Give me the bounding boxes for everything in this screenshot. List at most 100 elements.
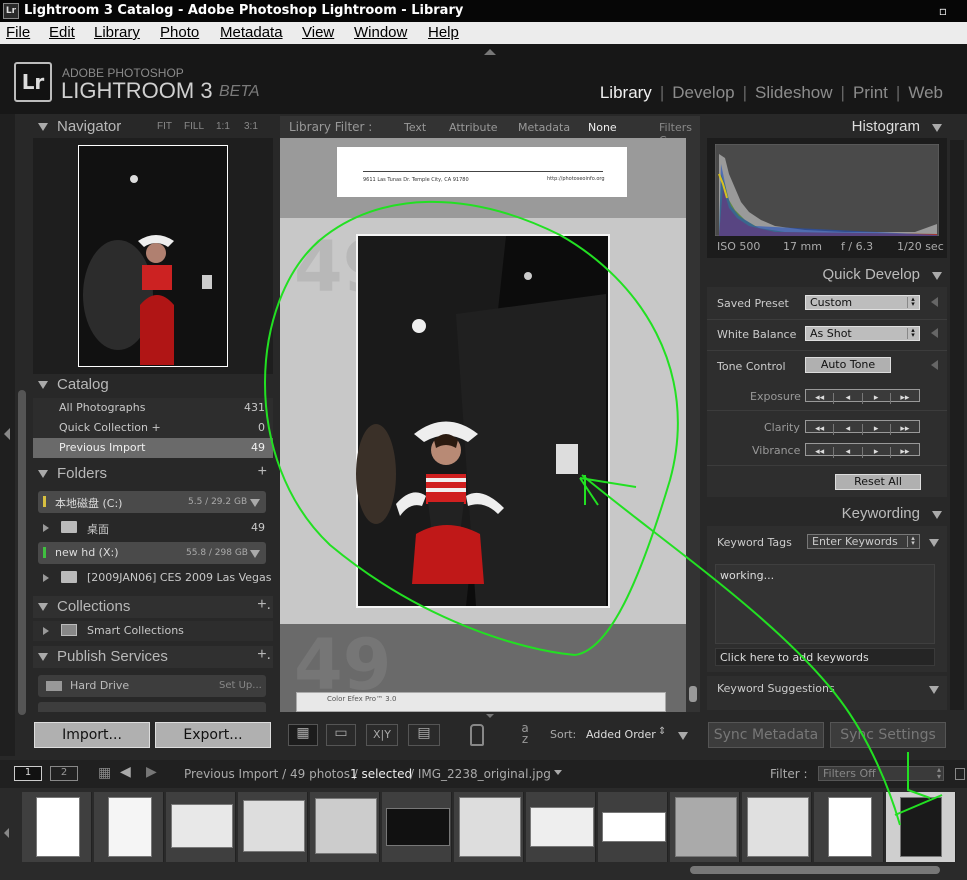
grid-scroll-thumb[interactable]: [689, 686, 697, 702]
exposure-buttons[interactable]: ◂◂ ◂ ▸ ▸▸: [805, 389, 920, 404]
collapse-navigator-icon[interactable]: [38, 123, 48, 131]
disclosure-icon[interactable]: [931, 360, 938, 370]
catalog-item-all[interactable]: All Photographs 431: [33, 398, 273, 418]
toolbar-menu-icon[interactable]: [678, 732, 688, 740]
disclosure-icon[interactable]: [931, 297, 938, 307]
module-slideshow[interactable]: Slideshow: [755, 83, 833, 102]
quick-develop-header[interactable]: Quick Develop: [706, 264, 950, 286]
zoom-3-1[interactable]: 3:1: [244, 121, 258, 132]
collapse-publish-icon[interactable]: [38, 653, 48, 661]
sort-stepper-icon[interactable]: ⇕: [658, 726, 666, 737]
add-keywords-field[interactable]: Click here to add keywords: [715, 648, 935, 666]
sync-settings-button[interactable]: Sync Settings: [830, 722, 946, 748]
left-panel-toggle-icon[interactable]: [4, 428, 10, 440]
menu-file[interactable]: File: [6, 24, 30, 41]
vibrance-buttons[interactable]: ◂◂ ◂ ▸ ▸▸: [805, 443, 920, 458]
filter-text[interactable]: Text: [404, 121, 426, 134]
collapse-catalog-icon[interactable]: [38, 381, 48, 389]
auto-tone-button[interactable]: Auto Tone: [805, 357, 891, 373]
sync-metadata-button[interactable]: Sync Metadata: [708, 722, 824, 748]
publish-next-item[interactable]: [38, 702, 266, 712]
keyword-suggestions[interactable]: Keyword Suggestions: [707, 676, 947, 710]
loupe-view-icon[interactable]: ▭: [326, 724, 356, 746]
module-web[interactable]: Web: [908, 83, 943, 102]
back-arrow-icon[interactable]: ◀: [120, 764, 131, 780]
filmstrip-thumb[interactable]: [166, 792, 236, 862]
collapse-keywording-icon[interactable]: [932, 511, 942, 519]
folders-header[interactable]: Folders +: [33, 463, 273, 485]
import-button[interactable]: Import...: [34, 722, 150, 748]
filmstrip-lock-icon[interactable]: [955, 768, 965, 780]
navigator-header[interactable]: Navigator FIT FILL 1:1 3:1: [33, 116, 273, 138]
collapse-suggestions-icon[interactable]: [929, 686, 939, 694]
volume-c[interactable]: 本地磁盘 (C:) 5.5 / 29.2 GB: [38, 491, 266, 513]
publish-hard-drive[interactable]: Hard Drive Set Up...: [38, 675, 266, 697]
sort-dropdown[interactable]: Added Order: [586, 728, 656, 741]
menu-library[interactable]: Library: [94, 24, 140, 41]
smart-collections[interactable]: Smart Collections: [33, 621, 273, 641]
histogram-header[interactable]: Histogram: [706, 116, 950, 138]
filmstrip-filter-dropdown[interactable]: Filters Off ▴ ▾: [818, 766, 944, 781]
main-window-button[interactable]: 1: [14, 766, 42, 781]
filmstrip-thumb[interactable]: [238, 792, 308, 862]
grid-view-icon[interactable]: ▦: [288, 724, 318, 746]
filmstrip-thumb[interactable]: [310, 792, 380, 862]
filmstrip-thumb[interactable]: [22, 792, 92, 862]
module-develop[interactable]: Develop: [672, 83, 734, 102]
menu-help[interactable]: Help: [428, 24, 459, 41]
filename-menu-icon[interactable]: [554, 770, 562, 775]
catalog-item-previous[interactable]: Previous Import 49: [33, 438, 273, 458]
white-balance-dropdown[interactable]: As Shot ▴ ▾: [805, 326, 920, 341]
zoom-1-1[interactable]: 1:1: [216, 121, 230, 132]
filter-none[interactable]: None: [588, 121, 617, 134]
left-panel-scrollbar[interactable]: [18, 390, 26, 715]
volume-menu-icon[interactable]: [250, 499, 260, 507]
clarity-buttons[interactable]: ◂◂ ◂ ▸ ▸▸: [805, 420, 920, 435]
menu-edit[interactable]: Edit: [49, 24, 75, 41]
reset-all-button[interactable]: Reset All: [835, 474, 921, 490]
keywording-header[interactable]: Keywording: [706, 503, 950, 525]
export-button[interactable]: Export...: [155, 722, 271, 748]
collapse-histogram-icon[interactable]: [932, 124, 942, 132]
forward-arrow-icon[interactable]: ▶: [146, 764, 157, 780]
menu-photo[interactable]: Photo: [160, 24, 199, 41]
collapse-quick-develop-icon[interactable]: [932, 272, 942, 280]
expand-icon[interactable]: [43, 574, 49, 582]
collapse-top-icon[interactable]: [484, 49, 496, 55]
module-library[interactable]: Library: [600, 83, 652, 102]
grid-scrollbar[interactable]: [686, 138, 700, 712]
right-panel-scrollbar[interactable]: [950, 140, 964, 710]
grid-icon[interactable]: ▦: [98, 765, 111, 781]
sort-direction-icon[interactable]: a z: [510, 722, 540, 747]
collapse-folders-icon[interactable]: [38, 470, 48, 478]
collapse-collections-icon[interactable]: [38, 603, 48, 611]
add-collection-button[interactable]: +.: [257, 596, 271, 614]
painter-icon[interactable]: [470, 724, 484, 746]
menu-view[interactable]: View: [302, 24, 334, 41]
zoom-fit[interactable]: FIT: [157, 121, 172, 132]
filmstrip-thumb[interactable]: [382, 792, 452, 862]
catalog-item-quick[interactable]: Quick Collection + 0: [33, 418, 273, 438]
filmstrip-thumb[interactable]: [598, 792, 668, 862]
catalog-header[interactable]: Catalog: [33, 374, 273, 396]
add-publish-button[interactable]: +.: [257, 646, 271, 664]
module-print[interactable]: Print: [853, 83, 888, 102]
filter-attribute[interactable]: Attribute: [449, 121, 498, 134]
filmstrip-thumb-selected[interactable]: [886, 792, 956, 862]
add-folder-button[interactable]: +: [258, 463, 267, 481]
minimize-icon[interactable]: ▫: [936, 4, 950, 18]
publish-header[interactable]: Publish Services +.: [33, 646, 273, 668]
grid-cell-next[interactable]: 49 Color Efex Pro™ 3.0: [280, 624, 686, 712]
keyword-menu-icon[interactable]: [929, 539, 939, 547]
filmstrip-thumb[interactable]: [94, 792, 164, 862]
folder-ces[interactable]: [2009JAN06] CES 2009 Las Vegas: [33, 568, 273, 588]
filmstrip-scroll-left-icon[interactable]: [4, 828, 9, 838]
expand-icon[interactable]: [43, 524, 49, 532]
filmstrip-thumb[interactable]: [454, 792, 524, 862]
zoom-fill[interactable]: FILL: [184, 121, 204, 132]
filmstrip-scrollbar[interactable]: [690, 866, 940, 874]
saved-preset-dropdown[interactable]: Custom ▴ ▾: [805, 295, 920, 310]
menu-metadata[interactable]: Metadata: [220, 24, 283, 41]
filmstrip-thumb[interactable]: [742, 792, 812, 862]
keyword-tags-dropdown[interactable]: Enter Keywords ▴ ▾: [807, 534, 920, 549]
